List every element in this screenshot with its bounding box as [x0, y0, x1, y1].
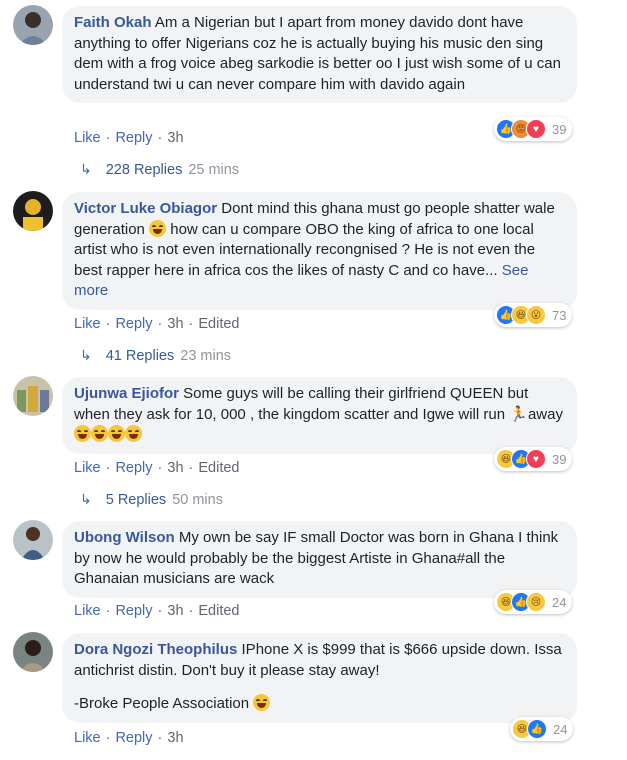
replies-count[interactable]: 41 Replies — [106, 348, 175, 364]
laughing-emoji-icon — [253, 694, 271, 711]
comment-author[interactable]: Faith Okah — [74, 14, 152, 31]
reply-arrow-icon: ↳ — [80, 347, 92, 363]
reaction-summary[interactable]: 👍 😆 😮 73 — [494, 303, 573, 327]
comment-author[interactable]: Ujunwa Ejiofor — [74, 385, 179, 402]
like-reaction-icon: 👍 — [527, 719, 547, 739]
avatar[interactable] — [13, 520, 53, 560]
wow-reaction-icon: 😮 — [526, 305, 546, 325]
reaction-count: 73 — [552, 307, 567, 323]
replies-time: 23 mins — [180, 348, 232, 364]
laughing-emoji-icon — [125, 425, 142, 442]
avatar-image — [13, 376, 53, 416]
reaction-summary[interactable]: 😆 👍 24 — [510, 717, 574, 741]
comment-actions: Like · Reply · 3h — [74, 130, 184, 146]
comment-bubble: Victor Luke Obiagor Dont mind this ghana… — [62, 192, 577, 310]
avatar[interactable] — [13, 376, 53, 416]
reply-arrow-icon: ↳ — [80, 491, 92, 507]
laughing-emoji-icon — [74, 425, 91, 442]
view-replies[interactable]: ↳ 5 Replies 50 mins — [80, 491, 223, 508]
love-reaction-icon: ♥ — [526, 119, 546, 139]
running-man-emoji-icon: 🏃 — [509, 405, 528, 423]
avatar-image — [13, 5, 53, 45]
comment-bubble: Ujunwa Ejiofor Some guys will be calling… — [62, 377, 577, 454]
reaction-summary[interactable]: 😆 👍 ♥ 39 — [494, 447, 573, 471]
edited-label[interactable]: Edited — [198, 603, 239, 619]
view-replies[interactable]: ↳ 41 Replies 23 mins — [80, 347, 231, 364]
reply-link[interactable]: Reply — [115, 316, 152, 332]
reply-link[interactable]: Reply — [115, 130, 152, 146]
reaction-count: 24 — [553, 721, 568, 737]
edited-label[interactable]: Edited — [198, 316, 239, 332]
reply-link[interactable]: Reply — [115, 730, 152, 746]
sad-reaction-icon: 😢 — [526, 592, 546, 612]
comment-time[interactable]: 3h — [167, 130, 183, 146]
avatar-image — [13, 191, 53, 231]
love-reaction-icon: ♥ — [526, 449, 546, 469]
comment-time[interactable]: 3h — [167, 316, 183, 332]
comment-bubble: Faith Okah Am a Nigerian but I apart fro… — [62, 6, 577, 103]
comment-time[interactable]: 3h — [167, 730, 183, 746]
reply-link[interactable]: Reply — [115, 603, 152, 619]
comment-bubble: Dora Ngozi Theophilus IPhone X is $999 t… — [62, 633, 577, 723]
comment-author[interactable]: Ubong Wilson — [74, 529, 175, 546]
grinning-emoji-icon — [149, 219, 167, 237]
like-link[interactable]: Like — [74, 730, 101, 746]
avatar[interactable] — [13, 632, 53, 672]
reaction-count: 24 — [552, 594, 567, 610]
replies-count[interactable]: 5 Replies — [106, 492, 166, 508]
replies-time: 50 mins — [172, 492, 223, 508]
avatar[interactable] — [13, 5, 53, 45]
reaction-count: 39 — [552, 451, 567, 467]
avatar-image — [13, 520, 53, 560]
reply-link[interactable]: Reply — [115, 460, 152, 476]
avatar[interactable] — [13, 191, 53, 231]
reaction-summary[interactable]: 👍 😡 ♥ 39 — [494, 117, 573, 141]
laughing-emoji-icon — [108, 425, 125, 442]
laughing-emoji-icon — [91, 425, 108, 442]
comment-actions: Like · Reply · 3h · Edited — [74, 603, 240, 619]
comment-actions: Like · Reply · 3h — [74, 730, 184, 746]
comment-author[interactable]: Victor Luke Obiagor — [74, 200, 217, 217]
like-link[interactable]: Like — [74, 316, 101, 332]
view-replies[interactable]: ↳ 228 Replies 25 mins — [80, 161, 239, 178]
comment-actions: Like · Reply · 3h · Edited — [74, 316, 240, 332]
comment-actions: Like · Reply · 3h · Edited — [74, 460, 240, 476]
reaction-summary[interactable]: 😆 👍 😢 24 — [494, 590, 573, 614]
replies-count[interactable]: 228 Replies — [106, 162, 183, 178]
comment-time[interactable]: 3h — [167, 460, 183, 476]
comment-signature: -Broke People Association — [74, 695, 250, 712]
comment-time[interactable]: 3h — [167, 603, 183, 619]
like-link[interactable]: Like — [74, 603, 101, 619]
replies-time: 25 mins — [188, 162, 240, 178]
reaction-count: 39 — [552, 121, 567, 137]
comment-text-continued: away — [527, 405, 563, 423]
comment-author[interactable]: Dora Ngozi Theophilus — [74, 641, 237, 658]
avatar-image — [13, 632, 53, 672]
edited-label[interactable]: Edited — [198, 460, 239, 476]
like-link[interactable]: Like — [74, 460, 101, 476]
reply-arrow-icon: ↳ — [80, 161, 92, 177]
comment-bubble: Ubong Wilson My own be say IF small Doct… — [62, 521, 577, 598]
like-link[interactable]: Like — [74, 130, 101, 146]
